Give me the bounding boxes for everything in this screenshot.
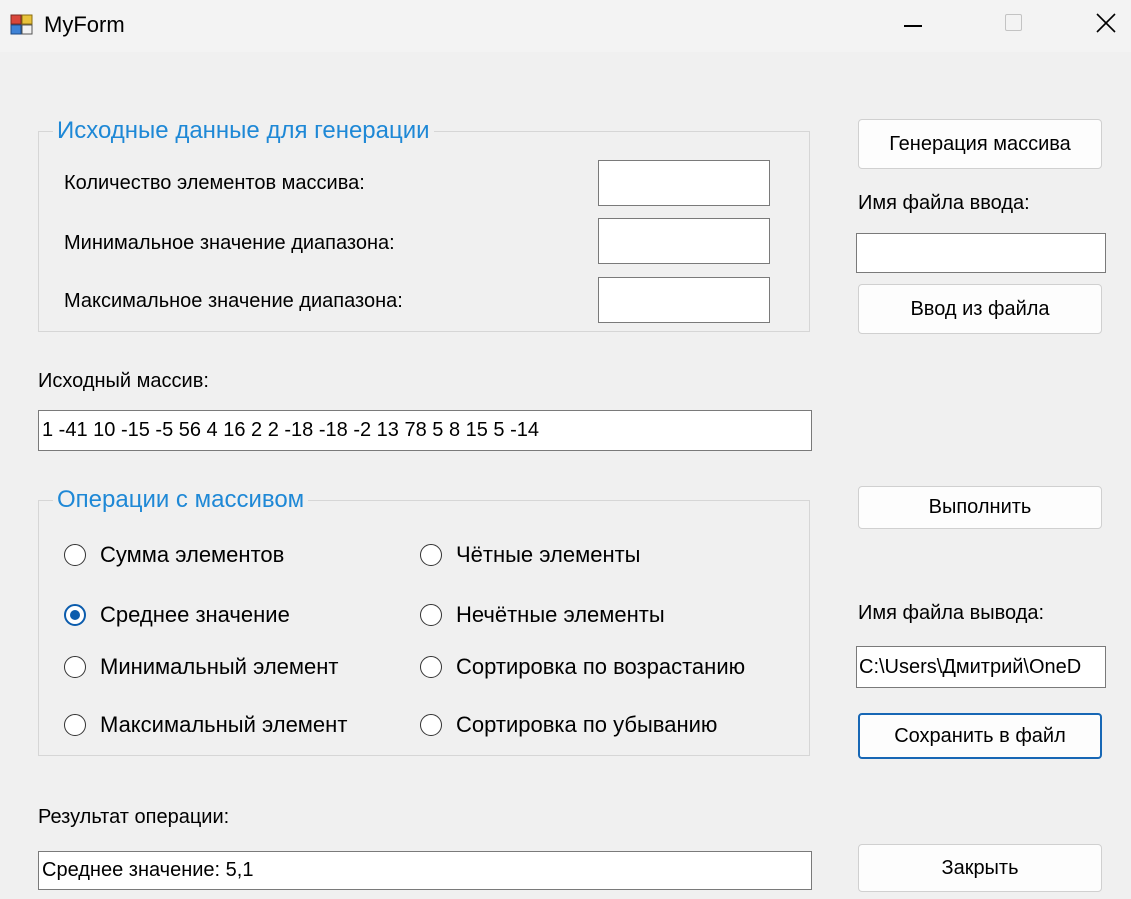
count-input[interactable] <box>598 160 770 206</box>
radio-label: Минимальный элемент <box>100 654 339 679</box>
radio-label: Сортировка по возрастанию <box>456 654 746 679</box>
result-field[interactable] <box>38 851 812 890</box>
radio-label: Максимальный элемент <box>100 712 348 737</box>
minimize-button[interactable] <box>866 0 956 52</box>
radio-circle[interactable] <box>420 656 442 678</box>
radio-circle[interactable] <box>64 656 86 678</box>
radio-even-elements[interactable]: Чётные элементы <box>420 542 641 568</box>
operations-group: Операции с массивом Сумма элементов Сред… <box>38 486 810 756</box>
radio-sort-descending[interactable]: Сортировка по убыванию <box>420 712 717 738</box>
output-file-label: Имя файла вывода: <box>858 602 1045 624</box>
count-label: Количество элементов массива: <box>64 172 365 194</box>
min-label: Минимальное значение диапазона: <box>64 232 395 254</box>
radio-max-element[interactable]: Максимальный элемент <box>64 712 347 738</box>
close-window-button[interactable] <box>1060 0 1131 52</box>
radio-sum[interactable]: Сумма элементов <box>64 542 284 568</box>
input-file-field[interactable] <box>856 233 1106 273</box>
radio-label: Сортировка по убыванию <box>456 712 718 737</box>
radio-average[interactable]: Среднее значение <box>64 602 290 628</box>
app-icon <box>10 13 34 37</box>
radio-circle[interactable] <box>420 604 442 626</box>
close-button[interactable]: Закрыть <box>858 844 1102 892</box>
radio-circle[interactable] <box>64 604 86 626</box>
radio-label: Чётные элементы <box>456 542 641 567</box>
save-to-file-button[interactable]: Сохранить в файл <box>858 713 1102 759</box>
radio-circle[interactable] <box>420 544 442 566</box>
radio-label: Среднее значение <box>100 602 290 627</box>
operations-legend: Операции с массивом <box>53 486 309 514</box>
maximize-button[interactable] <box>968 0 1058 52</box>
load-from-file-button[interactable]: Ввод из файла <box>858 284 1102 334</box>
array-label: Исходный массив: <box>38 370 209 392</box>
generation-legend: Исходные данные для генерации <box>53 117 434 145</box>
result-label: Результат операции: <box>38 806 230 828</box>
radio-min-element[interactable]: Минимальный элемент <box>64 654 338 680</box>
run-button[interactable]: Выполнить <box>858 486 1102 529</box>
generate-array-button[interactable]: Генерация массива <box>858 119 1102 169</box>
max-input[interactable] <box>598 277 770 323</box>
generation-group: Исходные данные для генерации Количество… <box>38 117 810 332</box>
window-title: MyForm <box>44 12 125 37</box>
radio-label: Нечётные элементы <box>456 602 665 627</box>
radio-sort-ascending[interactable]: Сортировка по возрастанию <box>420 654 745 680</box>
radio-odd-elements[interactable]: Нечётные элементы <box>420 602 665 628</box>
radio-circle[interactable] <box>420 714 442 736</box>
radio-circle[interactable] <box>64 714 86 736</box>
close-icon <box>1096 13 1116 33</box>
array-field[interactable] <box>38 410 812 451</box>
radio-label: Сумма элементов <box>100 542 285 567</box>
max-label: Максимальное значение диапазона: <box>64 290 403 312</box>
title-bar: MyForm <box>0 0 1131 52</box>
min-input[interactable] <box>598 218 770 264</box>
radio-circle[interactable] <box>64 544 86 566</box>
output-file-field[interactable] <box>856 646 1106 688</box>
input-file-label: Имя файла ввода: <box>858 192 1030 214</box>
